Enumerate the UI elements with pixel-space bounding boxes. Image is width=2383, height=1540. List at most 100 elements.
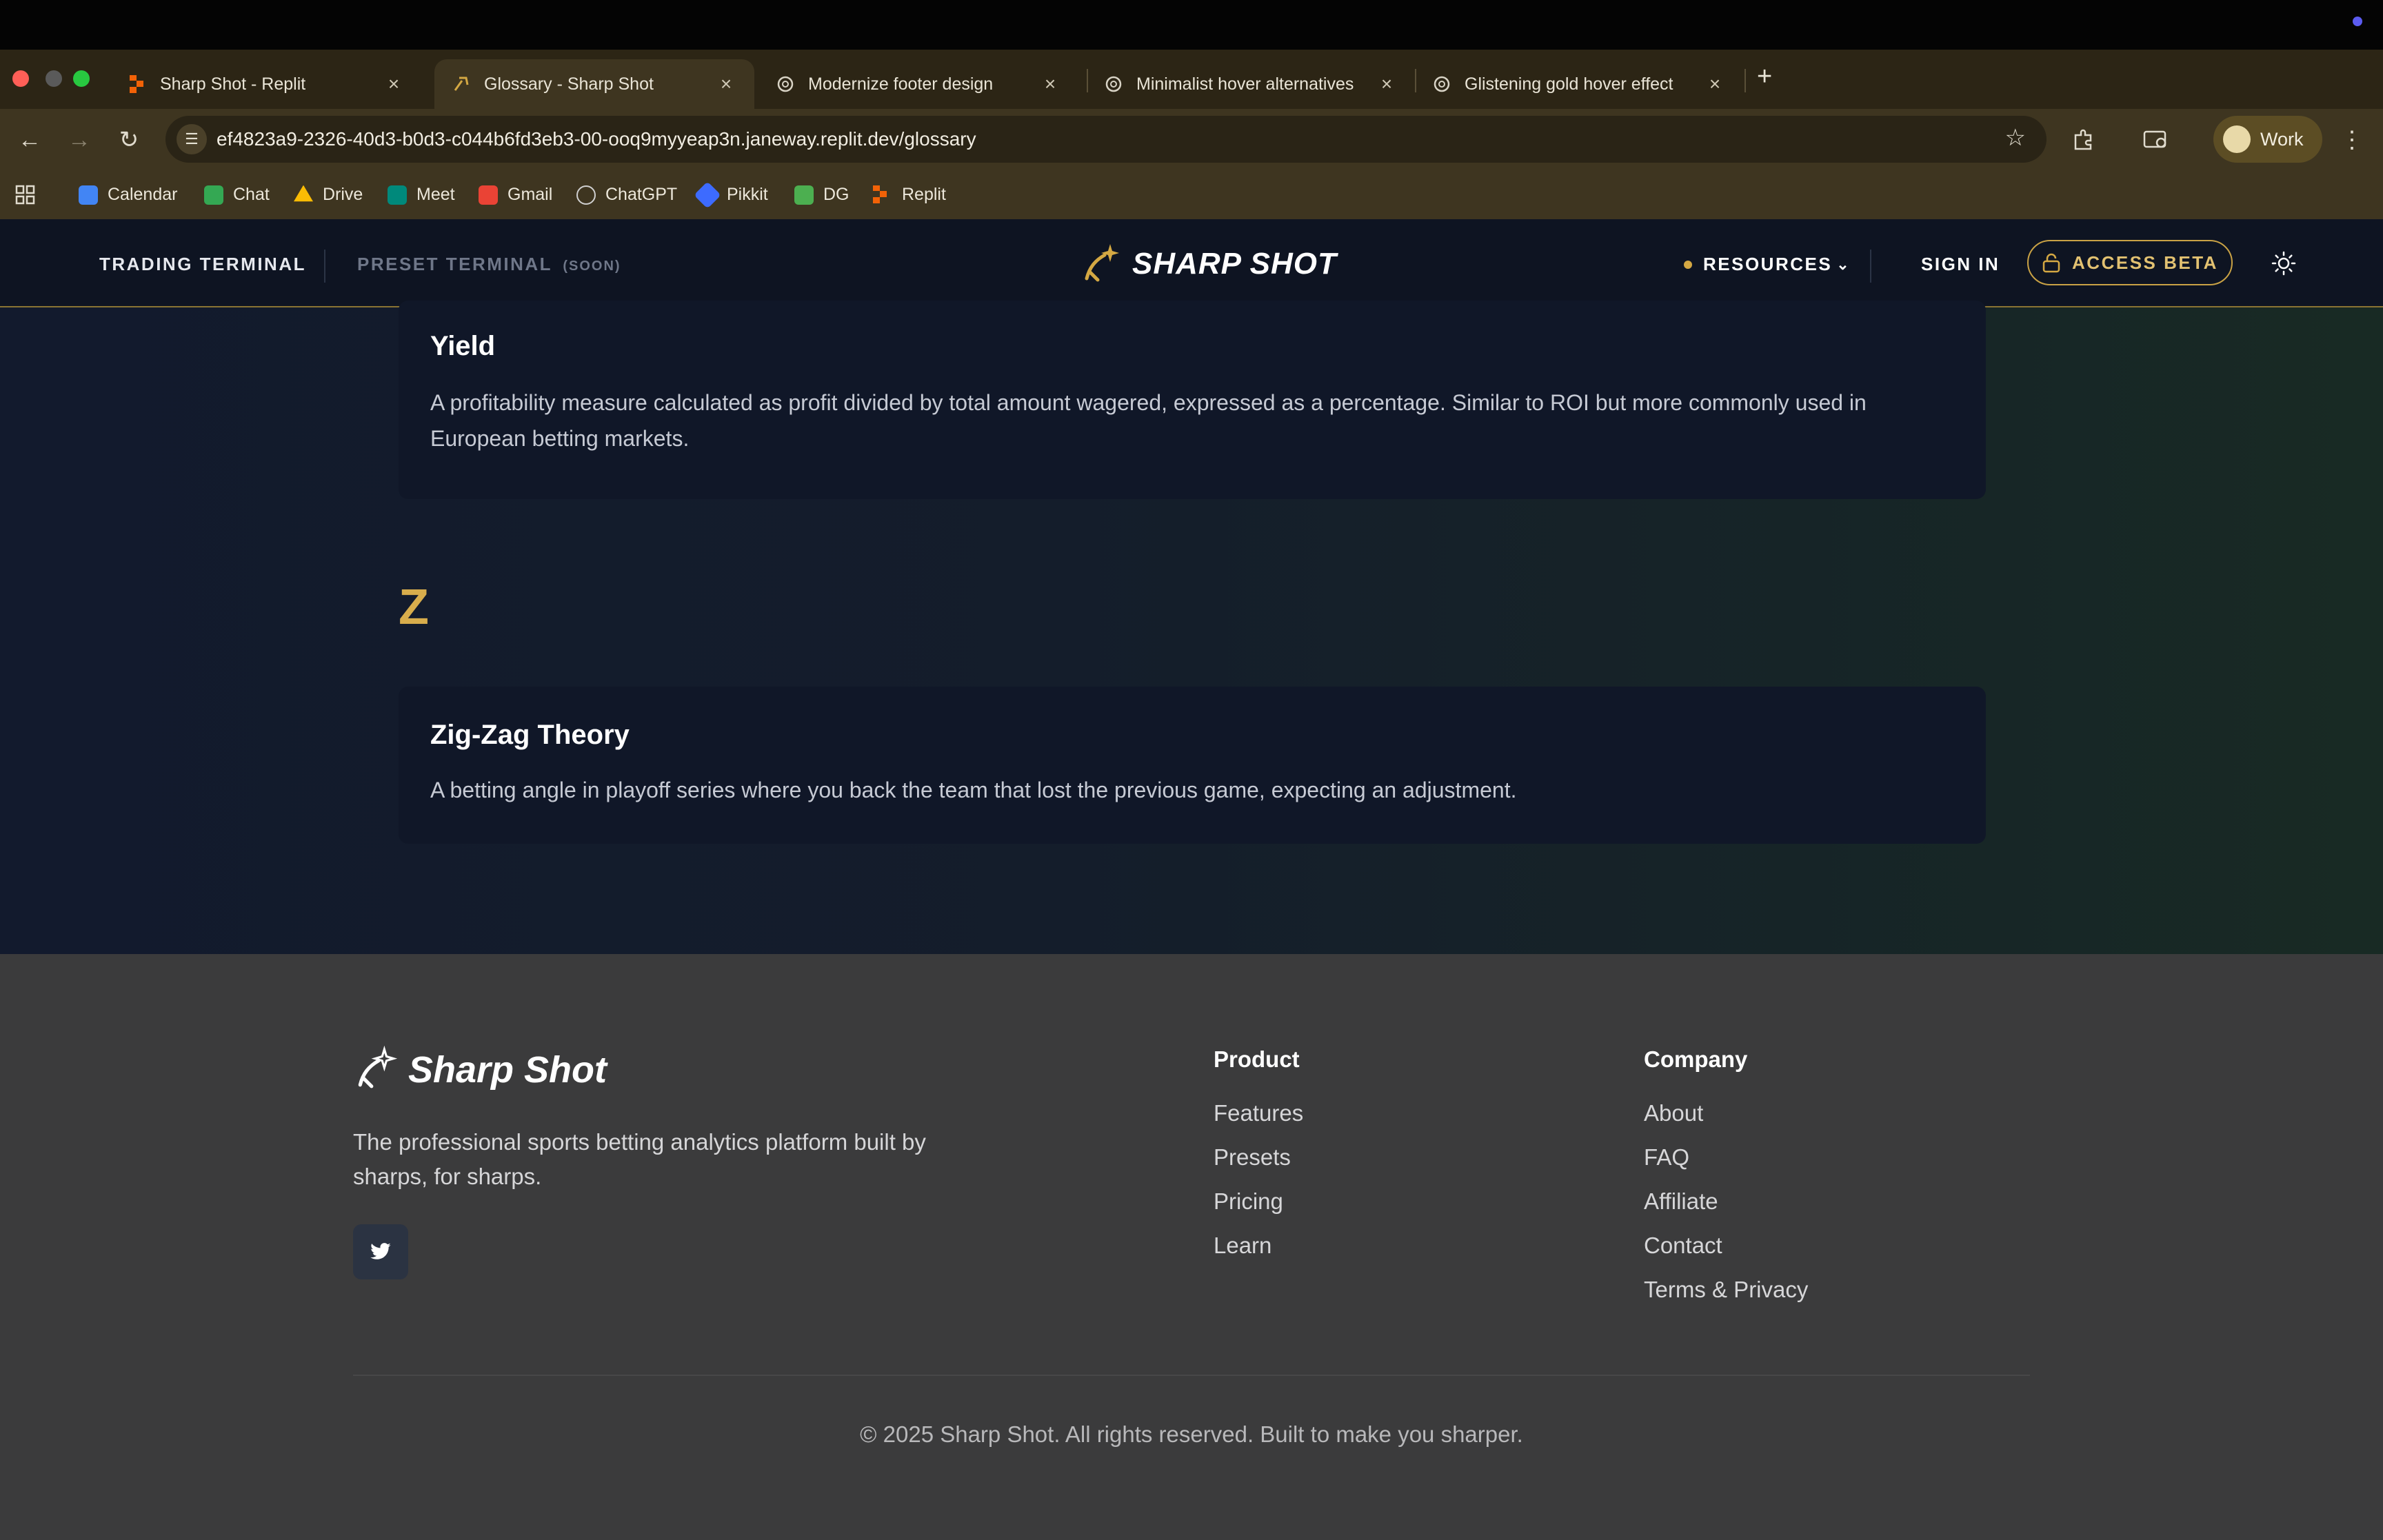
glossary-card: Zig-Zag Theory A betting angle in playof… [399,687,1986,844]
glossary-definition: A profitability measure calculated as pr… [430,390,1867,451]
footer-link-presets[interactable]: Presets [1214,1144,1291,1171]
bookmark-chat[interactable]: Chat [204,185,270,205]
footer-wordmark: Sharp Shot [408,1048,607,1091]
more-menu-icon[interactable]: ⋮ [2336,124,2368,156]
bookmark-drive[interactable]: Drive [294,185,363,205]
tab-close-icon[interactable]: × [1376,73,1397,95]
tab-label: Sharp Shot - Replit [160,74,306,94]
profile-name: Work [2260,128,2304,150]
recording-indicator-icon [2353,17,2362,26]
new-tab-button[interactable]: + [1757,62,1772,92]
bookmark-meet[interactable]: Meet [388,185,455,205]
bookmark-star-icon[interactable]: ☆ [2005,124,2026,152]
tab-glossary-sharp-shot[interactable]: Glossary - Sharp Shot × [434,59,754,109]
footer-link-features[interactable]: Features [1214,1100,1303,1126]
bookmark-pikkit[interactable]: Pikkit [694,181,768,209]
resources-menu[interactable]: RESOURCES ⌄ [1684,254,1851,275]
footer-link-about[interactable]: About [1644,1100,1703,1126]
footer-link-learn[interactable]: Learn [1214,1233,1271,1259]
site-info-icon[interactable]: ☰ [177,124,207,154]
tab-close-icon[interactable]: × [383,73,404,95]
glossary-term: Zig-Zag Theory [430,720,630,750]
chatgpt-icon [576,185,596,205]
resources-label: RESOURCES [1703,254,1833,274]
tab-minimalist-hover[interactable]: Minimalist hover alternatives × [1087,59,1415,109]
twitter-icon [370,1243,391,1259]
chatgpt-icon [776,75,794,93]
site-header: TRADING TERMINAL PRESET TERMINAL (SOON) … [0,219,2383,307]
bookmark-replit[interactable]: Replit [873,185,946,205]
apps-grid-icon[interactable] [15,185,36,205]
sharpshot-favicon-icon [452,75,470,93]
tab-sharp-shot-replit[interactable]: Sharp Shot - Replit × [110,59,422,109]
replit-icon [128,75,146,93]
footer-link-pricing[interactable]: Pricing [1214,1188,1283,1215]
footer-link-faq[interactable]: FAQ [1644,1144,1689,1171]
nav-preset-terminal-label: PRESET TERMINAL [357,254,552,274]
tab-close-icon[interactable]: × [1705,73,1725,95]
theme-toggle-sun-icon[interactable] [2270,250,2297,277]
extensions-icon[interactable] [2067,124,2099,156]
footer-company-title: Company [1644,1046,1748,1072]
tab-label: Minimalist hover alternatives [1136,74,1354,94]
sharpshot-logo-icon [1080,240,1124,287]
nav-trading-terminal[interactable]: TRADING TERMINAL [99,254,306,275]
chatgpt-icon [1433,75,1451,93]
tab-glistening-gold[interactable]: Glistening gold hover effect × [1415,59,1743,109]
footer-logo[interactable]: Sharp Shot [353,1045,607,1094]
glossary-definition: A betting angle in playoff series where … [430,778,1517,802]
address-bar[interactable]: ☰ ef4823a9-2326-40d3-b0d3-c044b6fd3eb3-0… [165,116,2047,163]
glossary-term: Yield [430,331,496,361]
url-text[interactable]: ef4823a9-2326-40d3-b0d3-c044b6fd3eb3-00-… [217,128,976,150]
tab-close-icon[interactable]: × [1040,73,1060,95]
nav-divider [1870,250,1871,283]
close-window-button[interactable] [12,70,29,87]
back-arrow-icon[interactable]: ← [14,124,46,156]
bookmark-chatgpt[interactable]: ChatGPT [576,185,677,205]
bookmark-calendar[interactable]: Calendar [79,185,177,205]
tab-close-icon[interactable]: × [716,73,736,95]
calendar-icon [79,185,98,205]
footer-product-title: Product [1214,1046,1300,1072]
access-beta-label: ACCESS BETA [2072,252,2218,273]
site-logo[interactable]: SHARP SHOT [1080,240,1337,287]
footer-divider [353,1375,2030,1376]
bookmark-gmail[interactable]: Gmail [479,185,552,205]
section-letter: Z [399,580,429,635]
bookmark-dg[interactable]: DG [794,185,849,205]
replit-icon [873,185,892,205]
reload-icon[interactable]: ↻ [113,124,145,156]
forward-arrow-icon[interactable]: → [63,124,95,156]
tab-label: Modernize footer design [808,74,994,94]
footer-copyright: © 2025 Sharp Shot. All rights reserved. … [860,1421,1523,1447]
twitter-button[interactable] [353,1224,408,1279]
tab-label: Glistening gold hover effect [1465,74,1673,94]
sign-in-link[interactable]: SIGN IN [1921,254,2000,275]
tab-label: Glossary - Sharp Shot [484,74,654,94]
lock-icon [2042,253,2060,273]
pikkit-icon [694,181,721,209]
footer-link-affiliate[interactable]: Affiliate [1644,1188,1718,1215]
gmail-icon [479,185,498,205]
maximize-window-button[interactable] [73,70,90,87]
access-beta-button[interactable]: ACCESS BETA [2027,240,2233,285]
avatar [2223,125,2251,153]
footer-tagline: The professional sports betting analytic… [353,1129,926,1189]
nav-preset-terminal[interactable]: PRESET TERMINAL (SOON) [357,254,621,275]
site-footer: Sharp Shot The professional sports betti… [0,954,2383,1540]
tab-divider [1744,69,1746,92]
drive-icon [294,185,313,202]
chevron-down-icon: ⌄ [1836,255,1851,273]
minimize-window-button[interactable] [46,70,62,87]
cast-search-icon[interactable] [2140,124,2172,156]
sharpshot-logo-icon [353,1045,399,1094]
profile-button[interactable]: Work [2213,116,2322,163]
meet-icon [388,185,407,205]
footer-link-contact[interactable]: Contact [1644,1233,1722,1259]
soon-badge: (SOON) [563,259,621,274]
glossary-content: Yield A profitability measure calculated… [0,301,2383,954]
glossary-card: Yield A profitability measure calculated… [399,301,1986,499]
bookmarks-bar: Calendar Chat Drive Meet Gmail ChatGPT P… [0,171,2383,219]
tab-modernize-footer[interactable]: Modernize footer design × [758,59,1078,109]
footer-link-terms-privacy[interactable]: Terms & Privacy [1644,1277,1808,1303]
